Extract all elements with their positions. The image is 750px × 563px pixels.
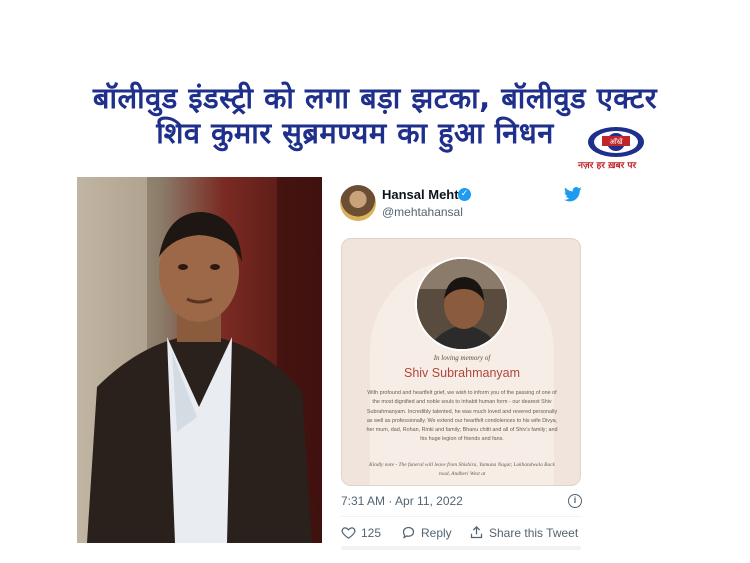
like-button[interactable]: 125 [341,525,381,540]
divider [341,516,581,517]
memorial-portrait [415,257,509,351]
embedded-tweet[interactable]: Hansal Mehta ✓ @mehtahansal In loving me… [330,176,592,556]
tweet-actions: 125 Reply Share this Tweet [341,525,591,543]
reply-button[interactable]: Reply [401,525,452,540]
share-button[interactable]: Share this Tweet [469,525,578,540]
in-loving-memory-text: In loving memory of [433,354,491,362]
tweet-timestamp[interactable]: 7:31 AM · Apr 11, 2022 [341,494,463,508]
read-more-bar [341,546,581,550]
info-icon[interactable]: i [568,494,582,508]
twitter-bird-icon[interactable] [564,187,582,202]
memorial-note-text: Kindly note - The funeral will leave fro… [369,462,555,477]
heart-icon [341,527,356,539]
logo-wordmark: आँखें [610,137,623,146]
like-count: 125 [361,525,382,540]
verified-icon: ✓ [458,188,471,201]
logo-tagline: नज़र हर ख़बर पर [578,161,637,171]
share-icon [470,525,483,539]
memorial-name: Shiv Subrahmanyam [403,366,521,380]
author-handle[interactable]: @mehtahansal [382,205,463,219]
author-name[interactable]: Hansal Mehta [382,187,466,202]
memorial-body-text: With profound and heartfelt grief, we wi… [366,390,558,443]
reply-label: Reply [421,525,452,540]
author-avatar[interactable] [340,185,376,221]
actor-photo [77,177,322,543]
memorial-card-image[interactable]: In loving memory of Shiv Subrahmanyam Wi… [341,238,581,486]
share-label: Share this Tweet [489,525,579,540]
reply-icon [402,526,415,539]
headline-line-1: बॉलीवुड इंडस्ट्री को लगा बड़ा झटका, बॉली… [92,81,658,115]
